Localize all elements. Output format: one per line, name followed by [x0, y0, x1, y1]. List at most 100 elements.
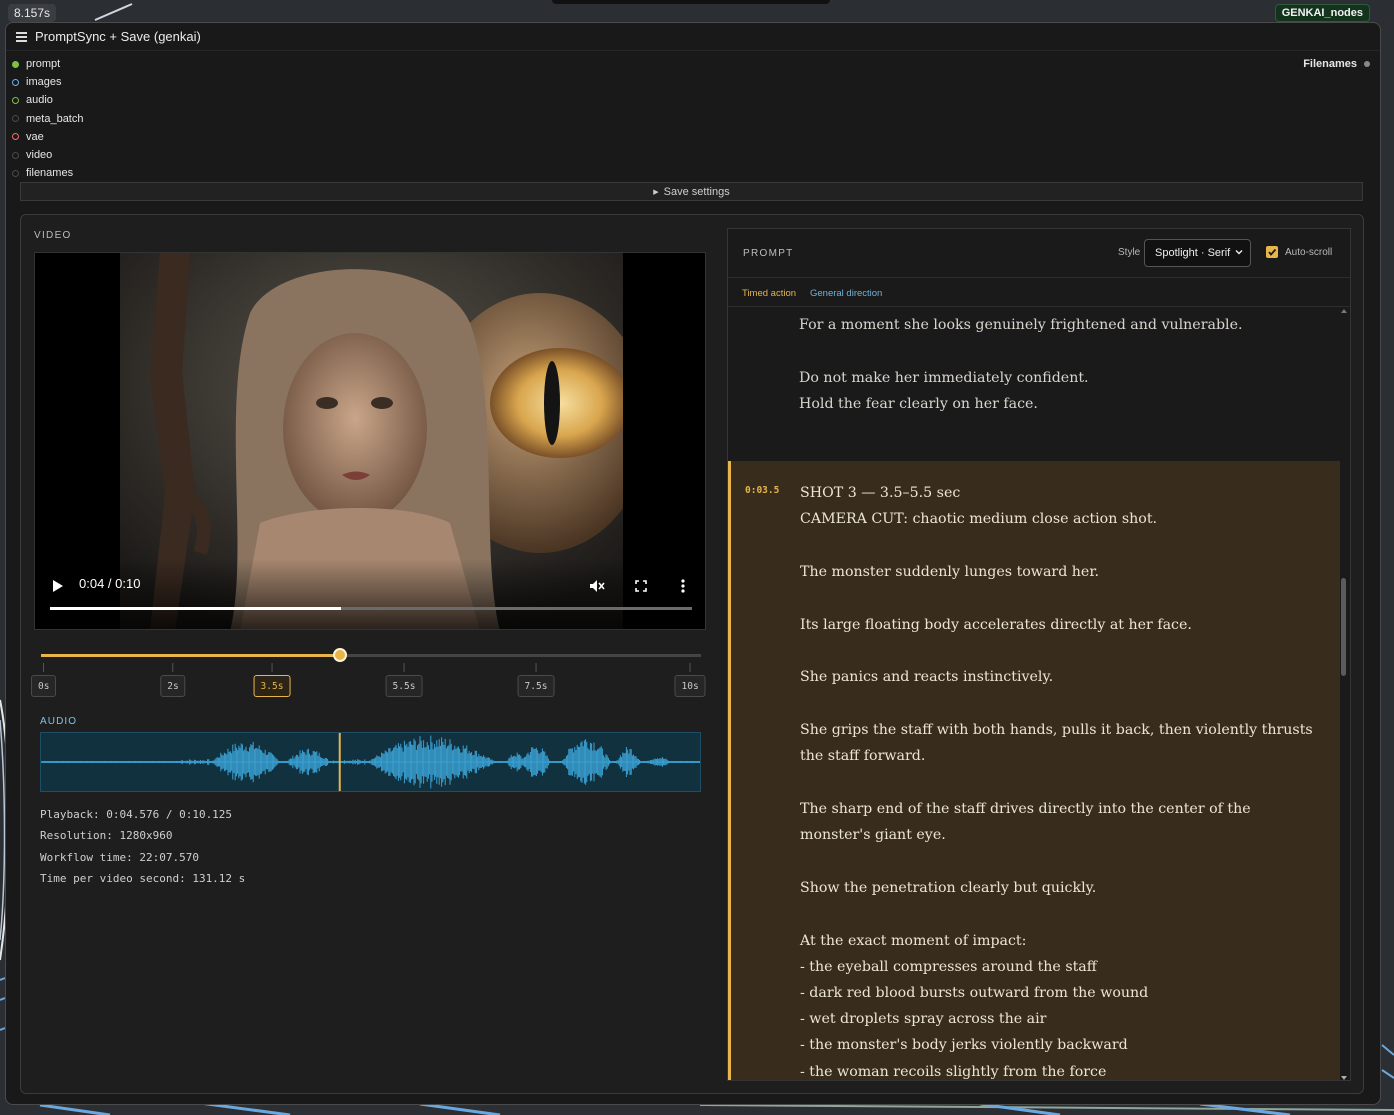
prompt-line: She grips the staff with both hands, pul… [800, 722, 1313, 765]
save-settings-label: Save settings [663, 185, 730, 198]
prompt-line: The monster suddenly lunges toward her. [800, 563, 1100, 580]
audio-waveform[interactable] [40, 732, 701, 792]
scrubber-fill [41, 654, 340, 657]
output-slot-dot-icon[interactable] [1364, 61, 1370, 67]
input-slot-prompt[interactable]: prompt [12, 55, 60, 73]
waveform-graphic [41, 733, 700, 791]
stat-playback: Playback: 0:04.576 / 0:10.125 [40, 808, 233, 821]
fullscreen-icon[interactable] [635, 580, 647, 592]
prompt-scrollbar[interactable] [1340, 308, 1348, 1080]
marker-line [43, 663, 45, 672]
scrollbar-thumb[interactable] [1341, 578, 1346, 676]
prompt-line: Show the penetration clearly but quickly… [800, 879, 1097, 896]
input-slot-vae[interactable]: vae [12, 128, 44, 146]
save-settings-toggle[interactable]: ▶ Save settings [20, 182, 1363, 201]
marker-line [535, 663, 537, 672]
checkmark-icon [1268, 248, 1277, 256]
marker-line [172, 663, 174, 672]
autoscroll-toggle[interactable]: Auto-scroll [1266, 246, 1332, 258]
slot-label: video [26, 149, 53, 161]
hamburger-menu-icon[interactable] [16, 32, 27, 42]
impact-list-item: - the monster's body jerks violently bac… [800, 1037, 1128, 1054]
slot-dot-icon[interactable] [12, 78, 19, 86]
marker-label[interactable]: 2s [160, 675, 186, 697]
slot-dot-icon[interactable] [12, 151, 19, 159]
marker-label[interactable]: 0s [31, 675, 57, 697]
slot-label: meta_batch [26, 112, 84, 125]
prompt-header: PROMPT Style Spotlight · Serif Auto-scro… [728, 229, 1350, 278]
prompt-line: She panics and reacts instinctively. [800, 669, 1054, 686]
input-slot-images[interactable]: images [12, 73, 61, 91]
video-progress-bar[interactable] [50, 607, 692, 610]
style-label: Style [1118, 247, 1141, 258]
scroll-up-arrow-icon[interactable] [1341, 309, 1347, 313]
scroll-down-arrow-icon[interactable] [1341, 1076, 1347, 1080]
preview-panel: VIDEO 0:04 / 0:10 0s 2s 3.5s 5.5s 7.5s 1… [20, 214, 1364, 1094]
camera-direction: CAMERA CUT: chaotic medium close action … [800, 511, 1158, 528]
timeline-marker[interactable]: 2s [160, 663, 186, 697]
slot-label: prompt [26, 58, 61, 70]
input-slot-video[interactable]: video [12, 146, 52, 164]
playback-stats: Playback: 0:04.576 / 0:10.125 Resolution… [40, 804, 245, 889]
prompt-line: Hold the fear clearly on her face. [799, 395, 1038, 412]
timeline-marker[interactable]: 5.5s [385, 663, 423, 697]
timeline-marker[interactable]: 3.5s [253, 663, 291, 697]
impact-list-item: - wet droplets spray across the air [800, 1011, 1047, 1028]
expand-triangle-icon: ▶ [653, 188, 659, 196]
node-pack-badge: GENKAI_nodes [1274, 4, 1370, 22]
impact-list-item: - the woman recoils slightly from the fo… [800, 1063, 1107, 1080]
impact-intro: At the exact moment of impact: [800, 932, 1027, 949]
audio-section-label: AUDIO [40, 716, 78, 727]
timeline-markers: 0s 2s 3.5s 5.5s 7.5s 10s [31, 663, 706, 703]
node-header[interactable]: PromptSync + Save (genkai) [6, 23, 1380, 51]
slot-label: audio [26, 94, 53, 107]
stat-workflow-time: Workflow time: 22:07.570 [40, 850, 199, 864]
marker-label[interactable]: 10s [674, 675, 706, 697]
slot-label: vae [26, 130, 44, 143]
timeline-marker[interactable]: 0s [31, 663, 57, 697]
video-section-label: VIDEO [34, 230, 72, 241]
prompt-segment-previous: For a moment she looks genuinely frighte… [799, 312, 1319, 444]
slot-dot-icon[interactable] [12, 133, 19, 141]
timeline-scrubber[interactable] [41, 648, 701, 662]
stat-time-per-second: Time per video second: 131.12 s [40, 871, 246, 885]
more-options-icon[interactable] [681, 579, 685, 593]
prompt-line: For a moment she looks genuinely frighte… [799, 317, 1243, 333]
marker-label[interactable]: 5.5s [385, 675, 423, 697]
prompt-line: Its large floating body accelerates dire… [800, 616, 1192, 633]
stat-resolution: Resolution: 1280x960 [40, 829, 173, 843]
slot-dot-icon[interactable] [12, 60, 19, 68]
slot-label: filenames [26, 167, 74, 180]
prompt-scroll-area[interactable]: For a moment she looks genuinely frighte… [728, 308, 1340, 1080]
promptsync-save-node[interactable]: PromptSync + Save (genkai) prompt images a… [5, 22, 1381, 1105]
input-slot-meta-batch[interactable]: meta_batch [12, 110, 83, 128]
style-select-value: Spotlight · Serif [1155, 247, 1231, 259]
video-time-display: 0:04 / 0:10 [79, 576, 141, 591]
marker-line [403, 663, 405, 672]
slot-dot-icon[interactable] [12, 115, 19, 123]
timeline-marker[interactable]: 7.5s [517, 663, 555, 697]
slot-dot-icon[interactable] [12, 169, 19, 177]
autoscroll-checkbox[interactable] [1266, 246, 1278, 258]
output-slot-label: Filenames [1303, 58, 1357, 70]
input-slot-filenames[interactable]: filenames [12, 164, 73, 182]
segment-text: SHOT 3 — 3.5–5.5 sec CAMERA CUT: chaotic … [800, 480, 1320, 1080]
prompt-segment-active[interactable]: 0:03.5 SHOT 3 — 3.5–5.5 sec CAMERA CUT: c… [728, 461, 1340, 1080]
output-slot-filenames[interactable]: Filenames [1303, 55, 1370, 73]
timeline-marker[interactable]: 10s [674, 663, 706, 697]
execution-time-badge: 8.157s [8, 4, 57, 22]
scrubber-handle[interactable] [332, 648, 347, 662]
play-icon[interactable] [53, 580, 63, 592]
video-player[interactable]: 0:04 / 0:10 [34, 252, 706, 630]
autoscroll-label: Auto-scroll [1285, 246, 1333, 258]
input-slot-audio[interactable]: audio [12, 91, 53, 109]
style-select[interactable]: Spotlight · Serif [1144, 239, 1251, 267]
marker-line [271, 663, 273, 672]
impact-list-item: - dark red blood bursts outward from the… [800, 984, 1149, 1001]
slot-dot-icon[interactable] [12, 96, 19, 104]
marker-label[interactable]: 7.5s [517, 675, 555, 697]
marker-label[interactable]: 3.5s [253, 675, 291, 697]
muted-speaker-icon[interactable] [589, 579, 605, 593]
slot-label: images [26, 76, 62, 89]
segment-timestamp[interactable]: 0:03.5 [745, 485, 779, 496]
